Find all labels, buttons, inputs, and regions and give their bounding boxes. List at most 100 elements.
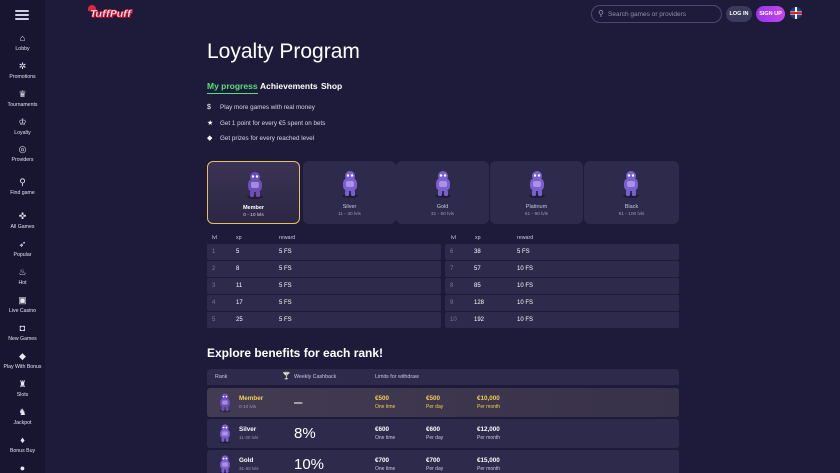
- tab-shop[interactable]: Shop: [321, 81, 342, 91]
- lobby-icon: ⌂: [19, 33, 26, 43]
- cashback-value: 10%: [294, 456, 325, 473]
- level-reward: 10 FS: [517, 283, 534, 289]
- rank-avatar: [245, 170, 265, 200]
- limit-month: €10,000: [477, 395, 500, 402]
- limit-month-label: Per month: [477, 435, 501, 441]
- benefit-rank-levels: 31-60 lvls: [239, 466, 259, 471]
- level-row: 10 192 10 FS: [445, 312, 679, 328]
- sidebar-item[interactable]: ✜ All Games: [0, 210, 45, 230]
- limit-month-label: Per month: [477, 466, 501, 472]
- rank-name: Platinum: [525, 204, 548, 210]
- sidebar-item[interactable]: ➶ Popular: [0, 238, 45, 258]
- sidebar-item[interactable]: ♜ Slots: [0, 378, 45, 398]
- sidebar-item[interactable]: ♨ Hot: [0, 266, 45, 286]
- sidebar-item-label: Popular: [13, 252, 32, 258]
- sidebar-item[interactable]: ⌂ Lobby: [0, 32, 45, 52]
- level-reward: 5 FS: [517, 249, 530, 255]
- level-xp: 57: [474, 266, 481, 272]
- tab-my-progress[interactable]: My progress: [207, 81, 258, 94]
- popular-icon: ➶: [18, 239, 27, 249]
- feature-item: $ Play more games with real money: [207, 104, 315, 111]
- level-number: 9: [450, 300, 454, 306]
- level-reward: 5 FS: [279, 249, 292, 255]
- rank-card[interactable]: Black 91 - 100 lvls: [584, 161, 679, 224]
- sidebar-item[interactable]: ◘ New Games: [0, 322, 45, 342]
- level-reward: 10 FS: [517, 317, 534, 323]
- sidebar-item-label: Loyalty: [14, 130, 31, 136]
- rank-levels: 61 - 90 lvls: [524, 212, 549, 217]
- sidebar-item[interactable]: ♞ Jackpot: [0, 406, 45, 426]
- level-xp: 192: [474, 317, 485, 323]
- sidebar-item[interactable]: ♛ Tournaments: [0, 88, 45, 108]
- level-number: 3: [212, 283, 216, 289]
- col-reward: reward: [279, 235, 296, 241]
- level-number: 2: [212, 266, 216, 272]
- rank-card[interactable]: Gold 31 - 60 lvls: [396, 161, 489, 224]
- rank-name: Member: [242, 205, 265, 211]
- col-cashback: Weekly Cashback: [294, 374, 337, 380]
- sidebar-item-label: Providers: [11, 157, 34, 163]
- rank-card[interactable]: Silver 11 - 30 lvls: [303, 161, 396, 224]
- limit-once-label: One time: [375, 435, 396, 441]
- level-xp: 38: [474, 249, 481, 255]
- sidebar-item[interactable]: ▣ Live Casino: [0, 294, 45, 314]
- menu-icon[interactable]: [15, 10, 29, 20]
- level-row: 2 8 5 FS: [207, 261, 441, 277]
- level-number: 8: [450, 283, 454, 289]
- level-row: 1 5 5 FS: [207, 244, 441, 260]
- benefit-row: Silver 11-30 lvls 8% €600 One time €600 Per da…: [207, 419, 679, 448]
- promotions-icon: ✲: [18, 61, 27, 71]
- page-title: Loyalty Program: [207, 40, 360, 63]
- live-casino-icon: ▣: [18, 295, 27, 305]
- level-reward: 5 FS: [279, 317, 292, 323]
- new-games-icon: ◘: [19, 323, 26, 333]
- level-reward: 5 FS: [279, 300, 292, 306]
- cashback-value: 8%: [294, 425, 316, 442]
- sidebar-item[interactable]: ◎ Providers: [0, 143, 45, 163]
- rank-levels: 0 - 10 lvls: [243, 213, 264, 218]
- limit-month: €15,000: [477, 457, 500, 464]
- sidebar-item-label: Play With Bonus: [3, 364, 42, 370]
- sidebar-item-label: Lobby: [15, 46, 30, 52]
- login-button[interactable]: LOG IN: [726, 6, 752, 22]
- search-box[interactable]: ⚲: [591, 5, 722, 23]
- sidebar-item[interactable]: ♔ Loyalty: [0, 116, 45, 136]
- rank-name: Gold: [436, 204, 449, 210]
- benefit-row: Gold 31-60 lvls 10% €700 One time €700 Per day…: [207, 450, 679, 473]
- level-xp: 25: [236, 317, 243, 323]
- limit-once-label: One time: [375, 404, 396, 410]
- rank-name: Black: [624, 204, 639, 210]
- tab-achievements[interactable]: Achievements: [260, 81, 318, 91]
- signup-button[interactable]: SIGN UP: [756, 6, 785, 22]
- sidebar-item[interactable]: ●: [0, 462, 45, 473]
- level-reward: 10 FS: [517, 266, 534, 272]
- logo[interactable]: TuffPuff: [88, 5, 138, 24]
- level-row: 6 38 5 FS: [445, 244, 679, 260]
- limit-once: €500: [375, 395, 390, 402]
- sidebar-item-label: Jackpot: [13, 420, 32, 426]
- level-number: 4: [212, 300, 216, 306]
- diamond-icon: ◆: [207, 135, 213, 142]
- sidebar-item[interactable]: ✲ Promotions: [0, 60, 45, 80]
- level-number: 1: [212, 249, 216, 255]
- level-xp: 17: [236, 300, 243, 306]
- gamepad-icon: ✜: [18, 211, 27, 221]
- benefits-title: Explore benefits for each rank!: [207, 346, 384, 360]
- rank-card[interactable]: Platinum 61 - 90 lvls: [490, 161, 583, 224]
- rank-avatar: [527, 169, 547, 199]
- sidebar-item[interactable]: ◆ Play With Bonus: [0, 350, 45, 370]
- rank-card[interactable]: Member 0 - 10 lvls: [207, 161, 300, 224]
- more-icon: ●: [19, 463, 26, 473]
- limit-once: €600: [375, 426, 390, 433]
- rank-avatar: [218, 392, 232, 413]
- level-xp: 5: [236, 249, 240, 255]
- sidebar-item-label: New Games: [8, 336, 37, 342]
- sidebar-item[interactable]: ♦ Bonus Buy: [0, 434, 45, 454]
- logo-text: TuffPuff: [90, 9, 132, 21]
- search-input[interactable]: [608, 9, 718, 20]
- sidebar-item[interactable]: ⚲ Find game: [0, 176, 45, 196]
- uk-flag-icon[interactable]: [790, 7, 802, 19]
- col-xp: xp: [236, 235, 242, 241]
- rank-name: Silver: [342, 204, 357, 210]
- cashback-value: –: [294, 394, 303, 411]
